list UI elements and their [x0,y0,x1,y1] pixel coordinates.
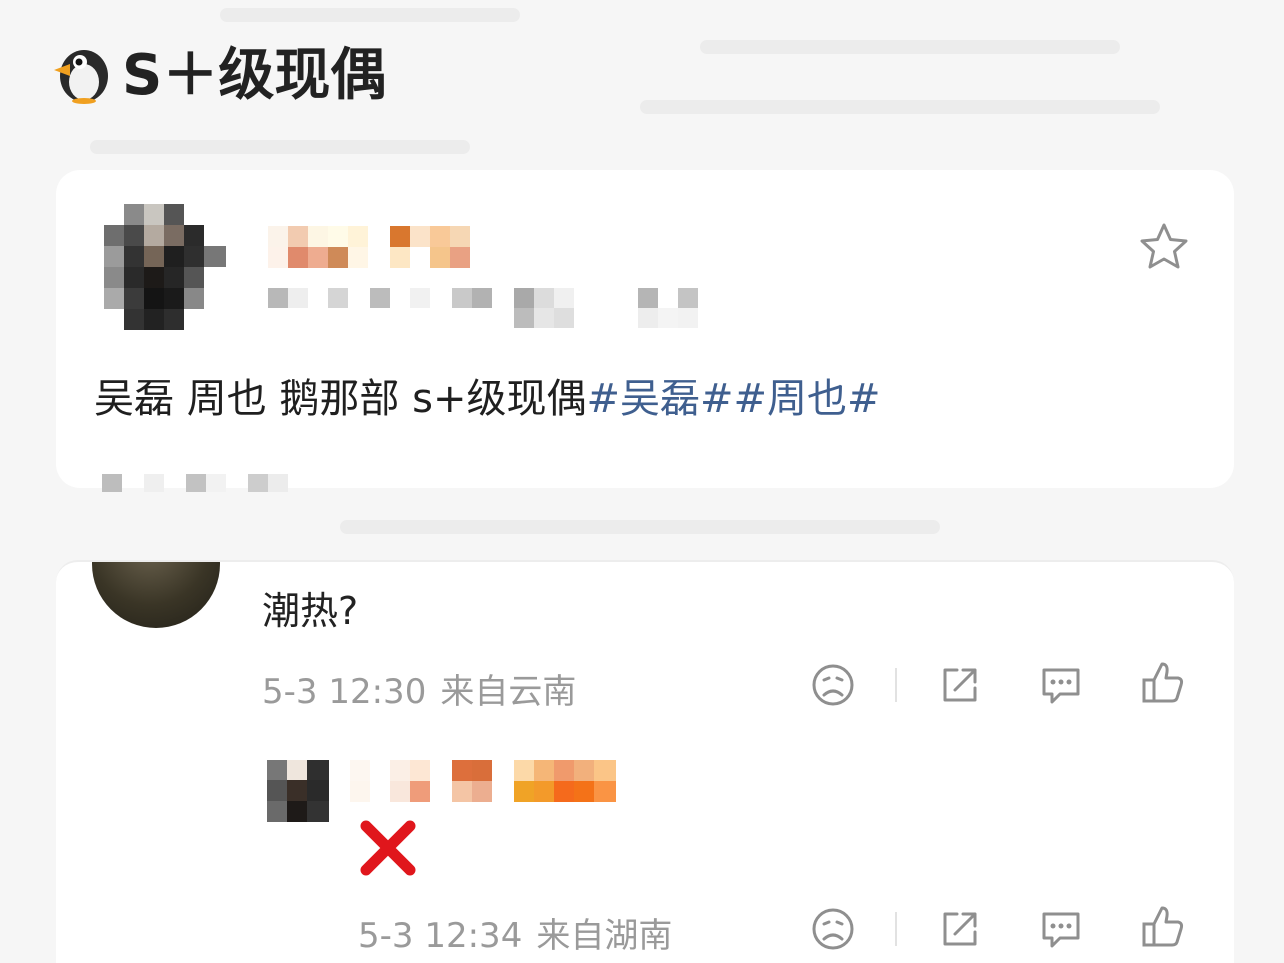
background-texture [90,140,470,154]
hashtag-link[interactable]: #周也# [734,376,881,422]
comment-icon[interactable] [1038,662,1084,708]
sad-face-icon[interactable] [810,906,856,952]
post-footer-mosaic [102,474,288,492]
comment-location: 来自云南 [440,672,577,712]
sad-face-icon[interactable] [810,662,856,708]
background-texture [340,520,940,534]
avatar[interactable] [104,204,226,330]
reply-username-mosaic[interactable] [350,760,618,802]
comments-panel [56,560,1234,963]
red-cross-mark-icon [360,820,416,876]
divider [895,912,897,946]
thumbs-up-icon[interactable] [1140,660,1186,706]
share-icon[interactable] [937,662,983,708]
divider [895,668,897,702]
reply-location: 来自湖南 [536,916,673,956]
post-card [56,170,1234,488]
username-mosaic[interactable] [268,226,474,268]
penguin-icon [54,49,108,104]
title-text: S＋级现偶 [122,43,387,108]
background-texture [220,8,520,22]
reply-avatar[interactable] [267,760,329,822]
post-meta-mosaic [268,288,698,328]
comment-icon[interactable] [1038,906,1084,952]
share-icon[interactable] [937,906,983,952]
commenter-avatar[interactable] [92,562,220,628]
comment-text: 潮热? [262,589,359,633]
hashtag-link[interactable]: #吴磊# [587,376,734,422]
star-icon[interactable] [1138,222,1190,272]
background-texture [640,100,1160,114]
comment-meta: 5-3 12:30 来自云南 [262,664,576,713]
reply-time: 5-3 12:34 [358,916,523,956]
comment-time: 5-3 12:30 [262,672,427,712]
reply-meta: 5-3 12:34 来自湖南 [358,908,672,957]
page-title: S＋级现偶 [50,30,386,111]
post-text: 吴磊 周也 鹅那部 s+级现偶#吴磊##周也# [94,366,881,424]
post-body: 吴磊 周也 鹅那部 s+级现偶 [94,376,587,422]
background-texture [700,40,1120,54]
thumbs-up-icon[interactable] [1140,904,1186,950]
